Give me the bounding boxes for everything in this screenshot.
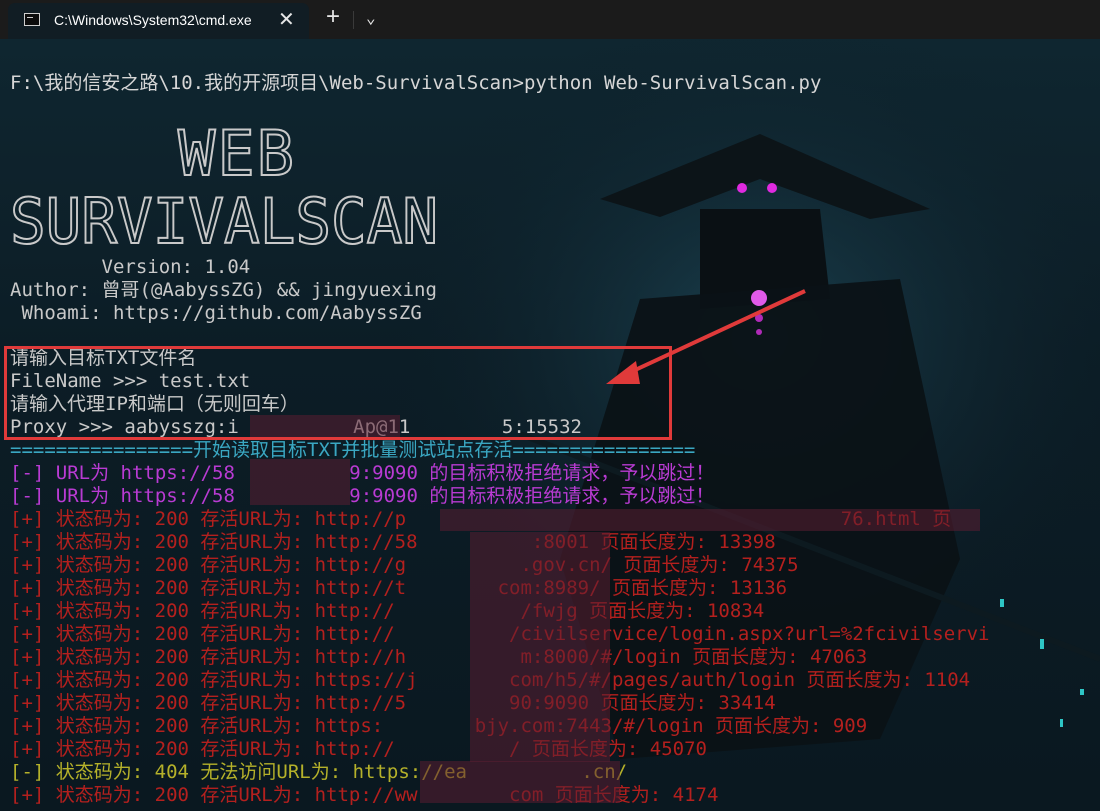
result-line: [+] 状态码为: 200 存活URL为: http://5 90:9090 页…: [10, 692, 776, 714]
ascii-logo: WEB SURVIVALSCAN: [10, 121, 439, 251]
new-tab-icon[interactable]: +: [326, 3, 340, 31]
title-bar: C:\Windows\System32\cmd.exe ✕ + ⌄: [0, 0, 1100, 39]
result-line: [+] 状态码为: 200 存活URL为: http://h m:8000/#/…: [10, 646, 868, 668]
version-line: Version: 1.04: [10, 256, 251, 278]
cmd-icon: [24, 13, 40, 26]
result-line: [+] 状态码为: 200 存活URL为: http:// /fwjg 页面长度…: [10, 600, 765, 622]
redaction-blur: [250, 459, 350, 505]
close-tab-icon[interactable]: ✕: [278, 7, 295, 32]
chevron-down-icon[interactable]: ⌄: [366, 8, 376, 27]
result-line: [-] URL为 https://58 9:9090 的目标积极拒绝请求，予以跳…: [10, 485, 715, 507]
result-line: [-] URL为 https://58 9:9090 的目标积极拒绝请求，予以跳…: [10, 462, 715, 484]
logo-line-survivalscan: SURVIVALSCAN: [10, 185, 438, 251]
divider: [353, 11, 354, 29]
command-line: F:\我的信安之路\10.我的开源项目\Web-SurvivalScan>pyt…: [10, 72, 822, 94]
result-line: [+] 状态码为: 200 存活URL为: http://t com:8989/…: [10, 577, 788, 599]
redaction-blur: [250, 415, 400, 437]
author-line: Author: 曾哥(@AabyssZG) && jingyuexing: [10, 279, 437, 301]
tab-title: C:\Windows\System32\cmd.exe: [54, 12, 252, 28]
result-line: [+] 状态码为: 200 存活URL为: https: bjy.com:744…: [10, 715, 868, 737]
logo-line-web: WEB: [178, 121, 296, 190]
terminal-tab[interactable]: C:\Windows\System32\cmd.exe ✕: [8, 3, 309, 39]
whoami-line: Whoami: https://github.com/AabyssZG: [10, 302, 422, 324]
redaction-blur: [420, 761, 620, 803]
redaction-blur: [470, 532, 610, 762]
terminal-area[interactable]: F:\我的信安之路\10.我的开源项目\Web-SurvivalScan>pyt…: [0, 39, 1100, 811]
scan-banner: ================开始读取目标TXT并批量测试站点存活======…: [10, 439, 696, 461]
result-line: [+] 状态码为: 200 存活URL为: http://g .gov.cn/ …: [10, 554, 799, 576]
result-line: [+] 状态码为: 200 存活URL为: http://58 :8001 页面…: [10, 531, 776, 553]
redaction-blur: [440, 509, 980, 531]
